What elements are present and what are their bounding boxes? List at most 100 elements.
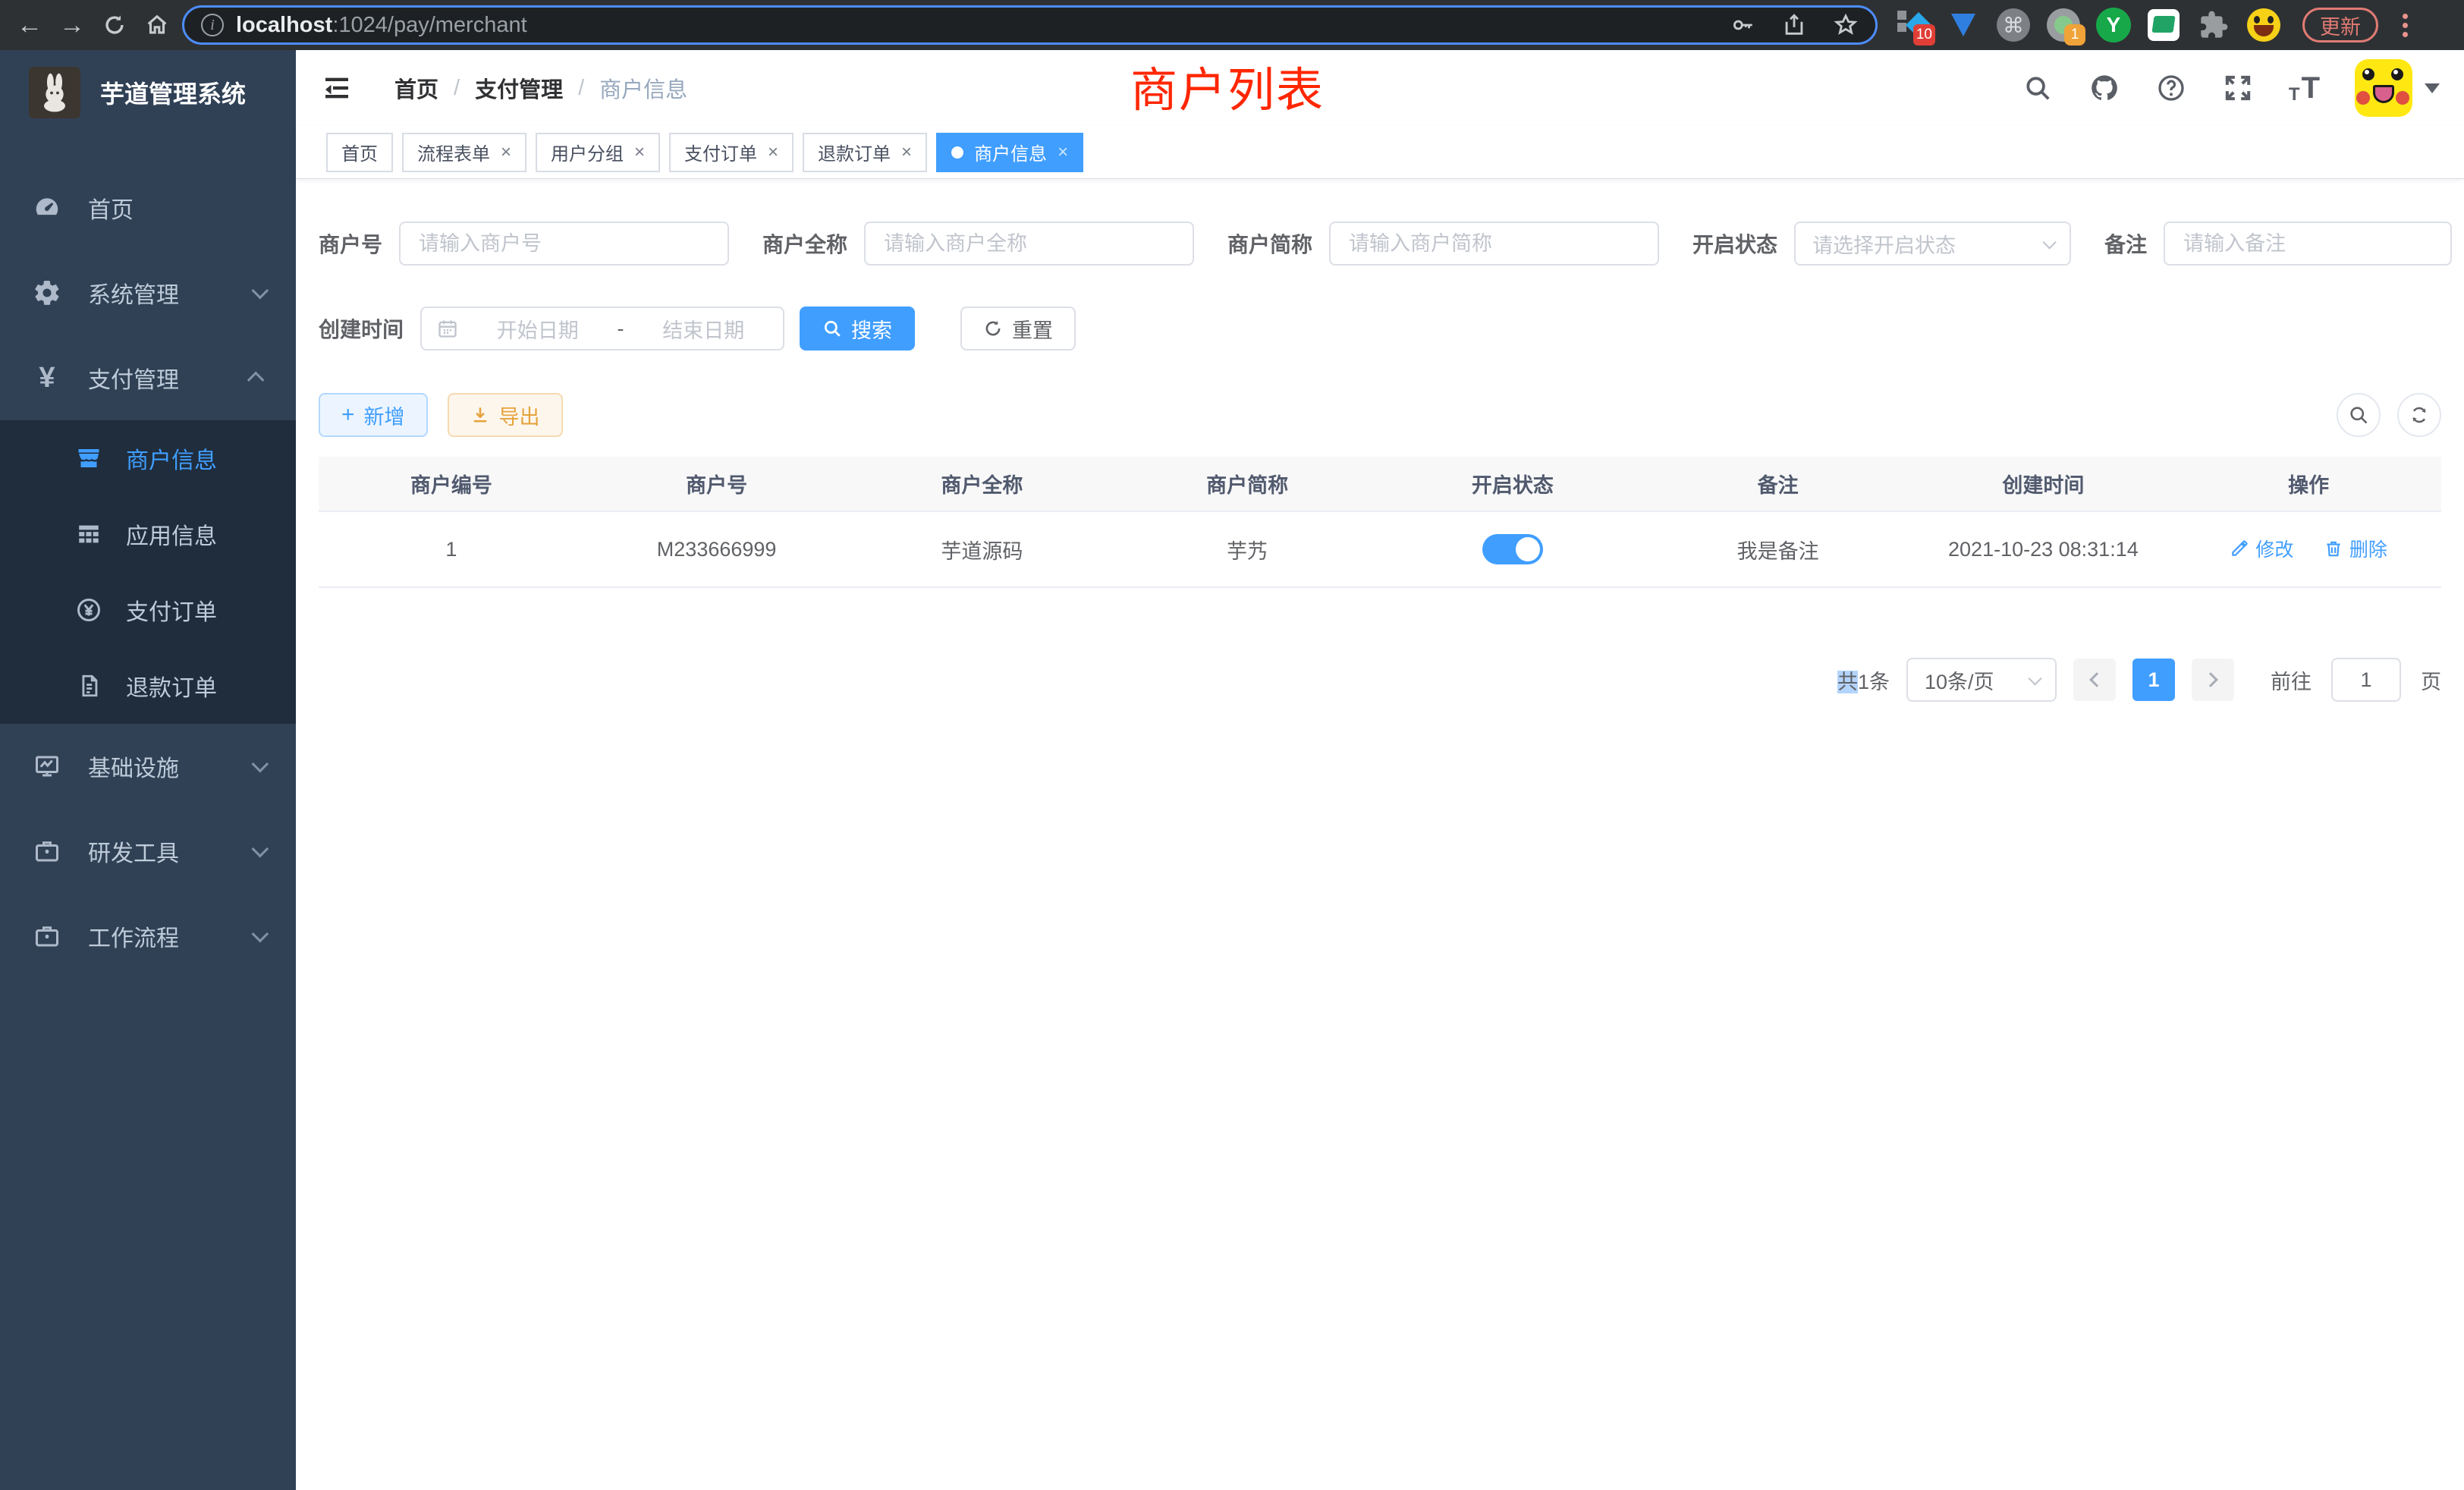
sidebar-item-pay[interactable]: ¥ 支付管理 — [0, 335, 296, 420]
fullscreen-icon[interactable] — [2222, 72, 2254, 104]
reload-icon — [102, 12, 127, 38]
sidebar-menu: 首页 系统管理 ¥ 支付管理 商户信息 — [0, 135, 296, 1490]
col-remark: 备注 — [1645, 457, 1911, 511]
grid-icon — [74, 520, 103, 549]
status-select[interactable]: 请选择开启状态 — [1794, 222, 2071, 266]
browser-forward-button[interactable]: → — [55, 8, 90, 42]
extension-badge: 1 — [2064, 24, 2085, 46]
short-name-input[interactable] — [1329, 222, 1659, 266]
extension-tampermonkey-icon[interactable]: 10 — [1896, 8, 1931, 42]
user-menu[interactable] — [2355, 59, 2440, 117]
sidebar-item-app-info[interactable]: 应用信息 — [0, 496, 296, 572]
tab-close-icon[interactable]: × — [1058, 143, 1068, 162]
search-button[interactable]: 搜索 — [800, 306, 915, 350]
sidebar-item-workflow[interactable]: 工作流程 — [0, 894, 296, 979]
col-short-name: 商户简称 — [1114, 457, 1380, 511]
breadcrumb-home[interactable]: 首页 — [394, 72, 438, 104]
filter-row-2: 创建时间 开始日期 - 结束日期 搜索 重置 — [319, 306, 2441, 350]
sidebar-item-pay-order[interactable]: 支付订单 — [0, 572, 296, 648]
full-name-input[interactable] — [864, 222, 1194, 266]
goto-page-input[interactable] — [2331, 658, 2401, 702]
add-button[interactable]: + 新增 — [319, 393, 428, 437]
create-time-label: 创建时间 — [319, 313, 404, 344]
refresh-table-button[interactable] — [2397, 393, 2441, 437]
extension-y-icon[interactable]: Y — [2096, 8, 2131, 42]
page-content: 商户号 商户全称 商户简称 开启状态 请选择开启状态 — [296, 179, 2464, 1490]
edit-button[interactable]: 修改 — [2230, 535, 2293, 562]
sidebar-item-infrastructure[interactable]: 基础设施 — [0, 724, 296, 809]
browser-home-button[interactable] — [140, 8, 174, 42]
browser-reload-button[interactable] — [97, 8, 132, 42]
share-icon[interactable] — [1781, 12, 1807, 38]
navbar-actions: TT — [2022, 59, 2440, 117]
document-icon — [74, 671, 103, 700]
tab-close-icon[interactable]: × — [901, 143, 912, 162]
browser-menu-icon[interactable] — [2398, 9, 2412, 42]
extension-proxy-icon[interactable]: 1 — [2046, 8, 2081, 42]
browser-back-button[interactable]: ← — [12, 8, 47, 42]
tab-home[interactable]: 首页 — [326, 133, 393, 172]
search-icon — [2348, 404, 2369, 426]
breadcrumb-pay[interactable]: 支付管理 — [475, 72, 563, 104]
tab-process-form[interactable]: 流程表单× — [402, 133, 526, 172]
sidebar-item-system[interactable]: 系统管理 — [0, 250, 296, 335]
chevron-up-icon — [247, 372, 265, 389]
sidebar-collapse-icon[interactable] — [320, 73, 354, 103]
prev-page-button[interactable] — [2073, 659, 2116, 701]
tab-close-icon[interactable]: × — [501, 143, 511, 162]
cell-create-time: 2021-10-23 08:31:14 — [1911, 511, 2176, 587]
tab-user-group[interactable]: 用户分组× — [536, 133, 660, 172]
page-size-select[interactable]: 10条/页 — [1906, 658, 2057, 702]
create-time-range-picker[interactable]: 开始日期 - 结束日期 — [420, 306, 784, 350]
chevron-down-icon — [2028, 671, 2041, 685]
tab-close-icon[interactable]: × — [634, 143, 645, 162]
extension-gem-icon[interactable] — [1946, 8, 1981, 42]
browser-update-button[interactable]: 更新 — [2302, 8, 2378, 42]
tab-merchant-info[interactable]: 商户信息× — [936, 133, 1083, 172]
sidebar-item-refund-order[interactable]: 退款订单 — [0, 648, 296, 724]
next-page-button[interactable] — [2192, 659, 2234, 701]
password-key-icon[interactable] — [1730, 12, 1755, 38]
full-name-label: 商户全称 — [762, 228, 847, 259]
toggle-search-button[interactable] — [2337, 393, 2381, 437]
address-bar[interactable]: i localhost:1024/pay/merchant — [182, 5, 1878, 45]
extension-emoji-icon[interactable] — [2246, 8, 2281, 42]
caret-down-icon — [2425, 83, 2440, 93]
help-icon[interactable] — [2155, 72, 2187, 104]
pagination: 共1条 10条/页 1 前往 页 — [319, 658, 2441, 702]
extension-notes-icon[interactable] — [2146, 8, 2181, 42]
short-name-label: 商户简称 — [1227, 228, 1312, 259]
tab-pay-order[interactable]: 支付订单× — [669, 133, 794, 172]
monitor-chart-icon — [32, 751, 62, 781]
logo-image — [29, 67, 80, 118]
avatar[interactable] — [2355, 59, 2412, 117]
sidebar-item-label: 研发工具 — [88, 835, 179, 868]
reset-button[interactable]: 重置 — [960, 306, 1076, 350]
breadcrumb-separator: / — [454, 76, 460, 101]
extension-command-icon[interactable]: ⌘ — [1996, 8, 2031, 42]
remark-input[interactable] — [2164, 222, 2452, 266]
goto-label: 前往 — [2271, 665, 2312, 695]
extensions-puzzle-icon[interactable] — [2196, 8, 2231, 42]
bookmark-star-icon[interactable] — [1833, 12, 1859, 38]
download-icon — [470, 405, 490, 425]
delete-button[interactable]: 删除 — [2324, 535, 2387, 562]
font-size-icon[interactable]: TT — [2289, 71, 2320, 105]
sidebar-item-home[interactable]: 首页 — [0, 165, 296, 250]
tab-close-icon[interactable]: × — [768, 143, 778, 162]
sidebar-logo[interactable]: 芋道管理系统 — [0, 50, 296, 135]
site-info-icon[interactable]: i — [201, 14, 224, 36]
header-search-icon[interactable] — [2022, 72, 2054, 104]
export-button[interactable]: 导出 — [448, 393, 563, 437]
github-icon[interactable] — [2088, 72, 2120, 104]
sidebar-item-dev-tools[interactable]: 研发工具 — [0, 809, 296, 894]
tab-refund-order[interactable]: 退款订单× — [803, 133, 927, 172]
main-area: 商户列表 首页 / 支付管理 / 商户信息 — [296, 50, 2464, 1490]
sidebar-item-merchant-info[interactable]: 商户信息 — [0, 420, 296, 496]
merchant-no-input[interactable] — [399, 222, 729, 266]
edit-pencil-icon — [2230, 539, 2249, 558]
page-1-button[interactable]: 1 — [2132, 659, 2175, 701]
cell-merchant-id: 1 — [319, 511, 584, 587]
status-toggle[interactable] — [1482, 534, 1543, 564]
trash-icon — [2324, 539, 2343, 558]
